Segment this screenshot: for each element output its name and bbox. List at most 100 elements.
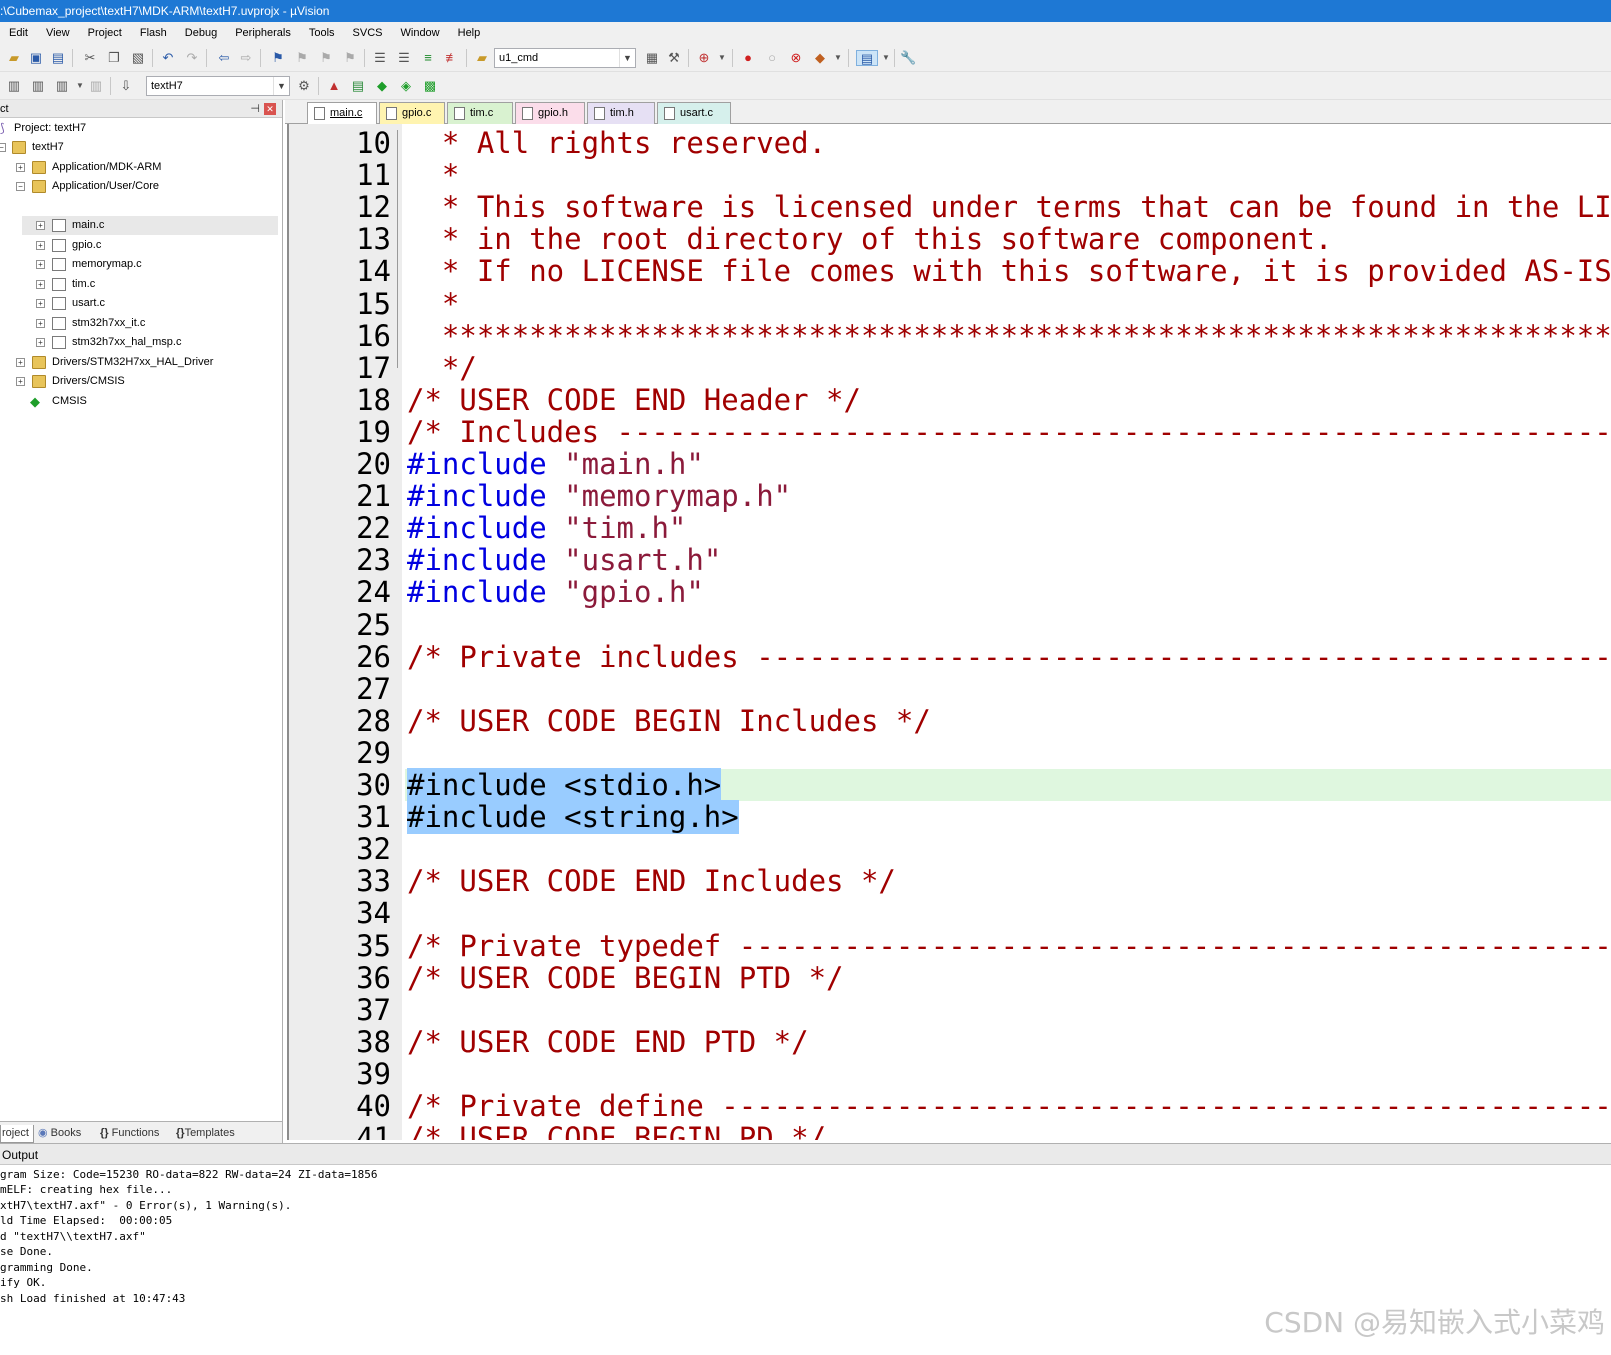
collapse-icon[interactable]: − <box>16 182 25 191</box>
expand-icon[interactable]: + <box>16 358 25 367</box>
code-line[interactable]: 22 #include "tim.h" <box>289 512 1611 544</box>
expand-icon[interactable]: + <box>36 241 45 250</box>
tree-item-gpio-c[interactable]: + gpio.c <box>22 236 278 255</box>
download-icon[interactable]: ⇩ <box>118 78 134 94</box>
code-line[interactable]: 37 <box>289 994 1611 1026</box>
select-packs-icon[interactable]: ▤ <box>350 78 366 94</box>
comment-icon[interactable]: ≡ <box>420 50 436 66</box>
code-line[interactable]: 28 /* USER CODE BEGIN Includes */ <box>289 705 1611 737</box>
code-line[interactable]: 40 /* Private define --------------------… <box>289 1090 1611 1122</box>
tree-item-cmsis-component[interactable]: ◆ CMSIS <box>0 392 282 411</box>
pin-icon[interactable]: ⊣ <box>250 100 260 118</box>
code-line[interactable]: 15 * <box>289 288 1611 320</box>
menu-project[interactable]: Project <box>79 22 131 44</box>
code-line[interactable]: 10 * All rights reserved. <box>289 127 1611 159</box>
menu-edit[interactable]: Edit <box>0 22 37 44</box>
chevron-down-icon[interactable]: ▼ <box>72 78 88 94</box>
debug-zoom-icon[interactable]: ⊕ <box>696 50 712 66</box>
code-line[interactable]: 16 *************************************… <box>289 320 1611 352</box>
menu-peripherals[interactable]: Peripherals <box>226 22 300 44</box>
chevron-down-icon[interactable]: ▼ <box>830 50 846 66</box>
chevron-down-icon[interactable]: ▼ <box>878 50 894 66</box>
build-icon[interactable]: ▥ <box>30 78 46 94</box>
code-line[interactable]: 30 #include <stdio.h> <box>289 768 1611 802</box>
tree-item-group-user-core[interactable]: − Application/User/Core <box>0 177 282 196</box>
tab-templates[interactable]: {}Templates <box>176 1125 235 1143</box>
menu-debug[interactable]: Debug <box>176 22 226 44</box>
tree-item-usart-c[interactable]: + usart.c <box>22 294 278 313</box>
cut-icon[interactable]: ✂ <box>82 50 98 66</box>
chevron-down-icon[interactable]: ▼ <box>273 77 289 95</box>
menu-view[interactable]: View <box>37 22 79 44</box>
menu-svcs[interactable]: SVCS <box>344 22 392 44</box>
expand-icon[interactable]: + <box>16 163 25 172</box>
expand-icon[interactable]: + <box>36 260 45 269</box>
code-line[interactable]: 17 */ <box>289 352 1611 384</box>
code-editor[interactable]: 10 * All rights reserved. 11 * 12 * This s… <box>287 124 1611 1140</box>
build-output-panel[interactable]: gram Size: Code=15230 RO-data=822 RW-dat… <box>0 1165 1611 1355</box>
code-line[interactable]: 38 /* USER CODE END PTD */ <box>289 1026 1611 1058</box>
close-icon[interactable]: ✕ <box>264 103 276 115</box>
expand-icon[interactable]: + <box>36 299 45 308</box>
prev-bookmark-icon[interactable]: ⚑ <box>294 50 310 66</box>
command-combo[interactable]: u1_cmd ▼ <box>494 48 636 68</box>
redo-icon[interactable]: ↷ <box>184 50 200 66</box>
code-line[interactable]: 20 #include "main.h" <box>289 448 1611 480</box>
code-line[interactable]: 41 /* USER CODE BEGIN PD */ <box>289 1122 1611 1140</box>
menu-window[interactable]: Window <box>392 22 449 44</box>
tree-item-group-cmsis[interactable]: + Drivers/CMSIS <box>0 372 282 391</box>
code-line[interactable]: 18 /* USER CODE END Header */ <box>289 384 1611 416</box>
replace-icon[interactable]: ⚒ <box>666 50 682 66</box>
tab-usart-c[interactable]: usart.c <box>657 102 731 124</box>
tree-item-tim-c[interactable]: + tim.c <box>22 275 278 294</box>
rebuild-icon[interactable]: ▥ <box>54 78 70 94</box>
tree-item-stm32h7xx-it-c[interactable]: + stm32h7xx_it.c <box>22 314 278 333</box>
tab-books[interactable]: ◉ Books <box>38 1125 81 1143</box>
code-line[interactable]: 19 /* Includes --------------------------… <box>289 416 1611 448</box>
tab-project[interactable]: roject <box>0 1125 34 1143</box>
tab-main-c[interactable]: main.c <box>307 102 377 124</box>
stm32cubemx-icon[interactable]: ▩ <box>422 78 438 94</box>
menu-flash[interactable]: Flash <box>131 22 176 44</box>
window-layout-icon[interactable]: ▤ <box>856 50 878 66</box>
uncomment-icon[interactable]: ≢ <box>444 50 460 66</box>
code-line[interactable]: 36 /* USER CODE BEGIN PTD */ <box>289 962 1611 994</box>
code-line[interactable]: 23 #include "usart.h" <box>289 544 1611 576</box>
open-folder-icon[interactable]: ▰ <box>6 50 22 66</box>
code-line[interactable]: 14 * If no LICENSE file comes with this … <box>289 255 1611 287</box>
collapse-icon[interactable]: − <box>0 143 6 152</box>
clear-bookmarks-icon[interactable]: ⚑ <box>342 50 358 66</box>
breakpoint-icon[interactable]: ● <box>740 50 756 66</box>
tab-tim-h[interactable]: tim.h <box>587 102 655 124</box>
code-line[interactable]: 35 /* Private typedef -------------------… <box>289 930 1611 962</box>
code-line[interactable]: 31 #include <string.h> <box>289 800 1611 835</box>
target-combo[interactable]: textH7 ▼ <box>146 76 290 96</box>
pack-installer-icon[interactable]: ◈ <box>398 78 414 94</box>
tree-item-group-hal-driver[interactable]: + Drivers/STM32H7xx_HAL_Driver <box>0 353 282 372</box>
save-icon[interactable]: ▣ <box>28 50 44 66</box>
tree-item-group-mdk-arm[interactable]: + Application/MDK-ARM <box>0 158 282 177</box>
indent-icon[interactable]: ☰ <box>372 50 388 66</box>
stop-build-icon[interactable]: ▥ <box>88 78 104 94</box>
code-line[interactable]: 27 <box>289 673 1611 705</box>
manage-rte-icon[interactable]: ◆ <box>374 78 390 94</box>
target-options-icon[interactable]: ⚙ <box>296 78 312 94</box>
tree-item-stm32h7xx-hal-msp-c[interactable]: + stm32h7xx_hal_msp.c <box>22 333 278 352</box>
chevron-down-icon[interactable]: ▼ <box>714 50 730 66</box>
next-bookmark-icon[interactable]: ⚑ <box>318 50 334 66</box>
expand-icon[interactable]: + <box>36 338 45 347</box>
code-line[interactable]: 32 <box>289 833 1611 865</box>
tab-functions[interactable]: {} Functions <box>100 1125 159 1143</box>
code-line[interactable]: 21 #include "memorymap.h" <box>289 480 1611 512</box>
code-line[interactable]: 24 #include "gpio.h" <box>289 576 1611 608</box>
find-icon[interactable]: ▦ <box>644 50 660 66</box>
tab-gpio-h[interactable]: gpio.h <box>515 102 585 124</box>
translate-icon[interactable]: ▥ <box>6 78 22 94</box>
code-line[interactable]: 12 * This software is licensed under ter… <box>289 191 1611 223</box>
code-line[interactable]: 11 * <box>289 159 1611 191</box>
save-all-icon[interactable]: ▤ <box>50 50 66 66</box>
expand-icon[interactable]: + <box>16 377 25 386</box>
code-line[interactable]: 13 * in the root directory of this softw… <box>289 223 1611 255</box>
tree-item-project[interactable]: ⟆ Project: textH7 <box>0 119 282 138</box>
paste-icon[interactable]: ▧ <box>130 50 146 66</box>
